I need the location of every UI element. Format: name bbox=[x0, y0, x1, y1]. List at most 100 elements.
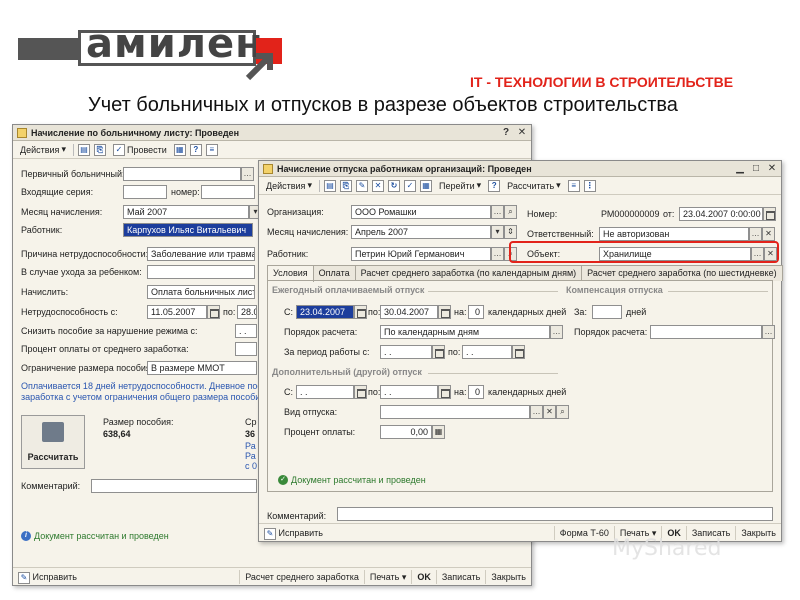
annual-order-field[interactable]: По календарным дням bbox=[380, 325, 550, 339]
month-label: Месяц начисления: bbox=[21, 207, 103, 217]
select-button[interactable]: … bbox=[749, 227, 762, 241]
additional-to-field[interactable]: . . bbox=[380, 385, 438, 399]
select-button[interactable]: … bbox=[491, 247, 504, 261]
search-icon[interactable]: ⌕ bbox=[556, 405, 569, 419]
percent-field[interactable] bbox=[235, 342, 257, 356]
refresh-icon[interactable]: ↻ bbox=[387, 179, 400, 192]
post-button[interactable]: ✓ Провести bbox=[110, 143, 170, 156]
stepper-icon[interactable]: ⇕ bbox=[504, 225, 517, 239]
close-button[interactable]: Закрыть bbox=[735, 525, 781, 540]
calendar-icon[interactable] bbox=[432, 345, 445, 359]
reason-field[interactable]: Заболевание или травма (к bbox=[147, 247, 255, 261]
select-button[interactable]: … bbox=[550, 325, 563, 339]
tab-avg-sixday[interactable]: Расчет среднего заработка (по шестидневк… bbox=[581, 265, 783, 281]
employee-field[interactable]: Петрин Юрий Германович bbox=[351, 247, 491, 261]
select-button[interactable]: … bbox=[751, 247, 764, 261]
calculate-button[interactable]: Рассчитать bbox=[21, 415, 85, 469]
list-icon[interactable]: ≡ bbox=[567, 179, 580, 192]
help-icon[interactable]: ? bbox=[488, 179, 501, 192]
calendar-icon[interactable] bbox=[354, 305, 367, 319]
search-icon[interactable]: ⌕ bbox=[504, 205, 517, 219]
calculate-menu[interactable]: Рассчитать ▾ bbox=[504, 180, 564, 191]
limit-field[interactable]: В размере ММОТ bbox=[147, 361, 257, 375]
calendar-icon[interactable] bbox=[512, 345, 525, 359]
select-button[interactable]: … bbox=[530, 405, 543, 419]
month-field[interactable]: Май 2007 bbox=[123, 205, 249, 219]
percent-field[interactable]: 0,00 bbox=[380, 425, 432, 439]
accrue-field[interactable]: Оплата больничных листов bbox=[147, 285, 255, 299]
actions-menu[interactable]: Действия ▾ bbox=[263, 180, 315, 191]
tab-payment[interactable]: Оплата bbox=[312, 265, 356, 281]
responsible-field[interactable]: Не авторизован bbox=[599, 227, 749, 241]
select-button[interactable]: … bbox=[491, 205, 504, 219]
doc-icon[interactable]: ▤ bbox=[323, 179, 336, 192]
sick-leave-toolbar: Действия ▾ ▤ ⎘ ✓ Провести ▦ ? ≡ bbox=[13, 141, 531, 159]
calendar-icon[interactable] bbox=[354, 385, 367, 399]
compensation-order-label: Порядок расчета: bbox=[574, 327, 648, 337]
calendar-icon[interactable] bbox=[438, 385, 451, 399]
close-icon[interactable]: ✕ bbox=[515, 127, 529, 139]
clear-icon[interactable]: ✕ bbox=[764, 247, 777, 261]
org-field[interactable]: ООО Ромашки bbox=[351, 205, 491, 219]
month-dropdown[interactable]: ▾ bbox=[491, 225, 504, 239]
calendar-icon[interactable] bbox=[763, 207, 776, 221]
avg-earnings-button[interactable]: Расчет среднего заработка bbox=[239, 569, 364, 584]
help-icon[interactable]: ? bbox=[189, 143, 202, 156]
form-t60-button[interactable]: Форма Т-60 bbox=[553, 525, 614, 540]
close-icon[interactable]: ✕ bbox=[765, 163, 779, 175]
reduce-field[interactable]: . . bbox=[235, 324, 257, 338]
clear-icon[interactable]: ✕ bbox=[543, 405, 556, 419]
clear-icon[interactable]: ✕ bbox=[762, 227, 775, 241]
print-button[interactable]: Печать ▾ bbox=[363, 569, 412, 584]
annual-period-from[interactable]: . . bbox=[380, 345, 432, 359]
comment-field[interactable] bbox=[91, 479, 257, 493]
series-field[interactable] bbox=[123, 185, 167, 199]
employee-field[interactable]: Карпухов Ильяс Витальевич bbox=[123, 223, 253, 237]
table-icon[interactable]: ▦ bbox=[419, 179, 432, 192]
disability-to-field[interactable]: 28.05 bbox=[237, 305, 257, 319]
child-care-field[interactable] bbox=[147, 265, 255, 279]
maximize-icon[interactable]: □ bbox=[749, 163, 763, 175]
select-button[interactable]: … bbox=[241, 167, 254, 181]
actions-menu[interactable]: Действия ▾ bbox=[17, 144, 69, 155]
tab-avg-calendar[interactable]: Расчет среднего заработка (по календарны… bbox=[354, 265, 583, 281]
copy-icon[interactable]: ⎘ bbox=[93, 143, 106, 156]
month-field[interactable]: Апрель 2007 bbox=[351, 225, 491, 239]
select-button[interactable]: … bbox=[762, 325, 775, 339]
structure-icon[interactable]: ⋮ bbox=[583, 179, 596, 192]
calculator-icon[interactable]: ▦ bbox=[432, 425, 445, 439]
annual-to-field[interactable]: 30.04.2007 bbox=[380, 305, 438, 319]
help-icon[interactable]: ? bbox=[499, 127, 513, 139]
annual-period-to[interactable]: . . bbox=[462, 345, 512, 359]
additional-from-field[interactable]: . . bbox=[296, 385, 354, 399]
doc-icon[interactable]: ▤ bbox=[77, 143, 90, 156]
calendar-icon[interactable] bbox=[207, 305, 220, 319]
goto-menu[interactable]: Перейти ▾ bbox=[436, 180, 484, 191]
table-icon[interactable]: ▦ bbox=[173, 143, 186, 156]
annual-from-field[interactable]: 23.04.2007 bbox=[296, 305, 354, 319]
sick-leave-titlebar: Начисление по больничному листу: Проведе… bbox=[13, 125, 531, 141]
disability-from-field[interactable]: 11.05.2007 bbox=[147, 305, 207, 319]
save-button[interactable]: Записать bbox=[435, 569, 485, 584]
edit-icon[interactable]: ✎ bbox=[355, 179, 368, 192]
fix-button[interactable]: ✎ Исправить bbox=[13, 570, 82, 584]
ok-button[interactable]: OK bbox=[411, 569, 436, 584]
fix-button[interactable]: ✎ Исправить bbox=[259, 526, 328, 540]
minimize-icon[interactable]: ▁ bbox=[733, 163, 747, 175]
list-icon[interactable]: ≡ bbox=[205, 143, 218, 156]
vacation-kind-field[interactable] bbox=[380, 405, 530, 419]
compensation-days-field[interactable] bbox=[592, 305, 622, 319]
number-field[interactable] bbox=[201, 185, 255, 199]
date-field[interactable]: 23.04.2007 0:00:00 bbox=[679, 207, 763, 221]
additional-days-field[interactable]: 0 bbox=[468, 385, 484, 399]
delete-icon[interactable]: ✕ bbox=[371, 179, 384, 192]
primary-field[interactable] bbox=[123, 167, 241, 181]
calendar-icon[interactable] bbox=[438, 305, 451, 319]
annual-days-field[interactable]: 0 bbox=[468, 305, 484, 319]
object-field[interactable]: Хранилище bbox=[599, 247, 751, 261]
compensation-order-field[interactable] bbox=[650, 325, 762, 339]
comment-field[interactable] bbox=[337, 507, 773, 521]
copy-icon[interactable]: ⎘ bbox=[339, 179, 352, 192]
post-icon[interactable]: ✓ bbox=[403, 179, 416, 192]
close-button[interactable]: Закрыть bbox=[485, 569, 531, 584]
